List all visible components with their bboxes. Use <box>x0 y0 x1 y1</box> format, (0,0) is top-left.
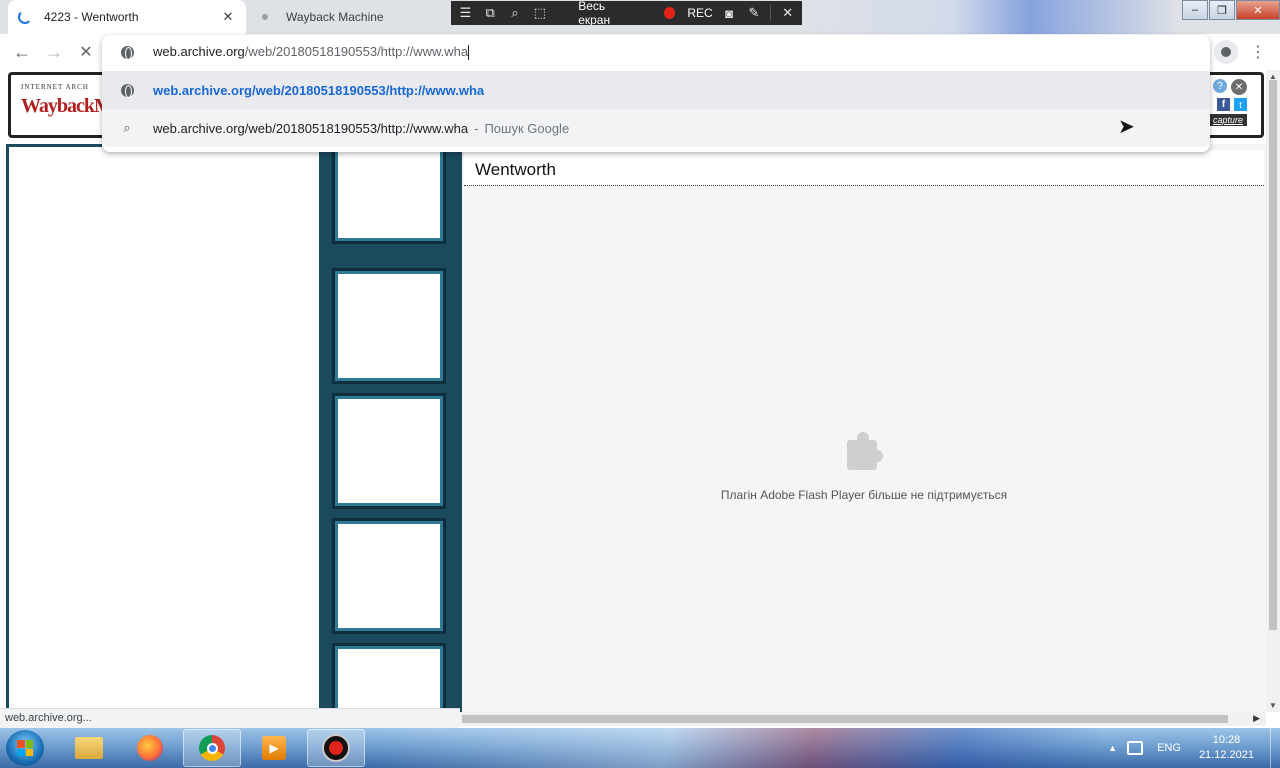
thumbnail-cell[interactable] <box>332 393 446 509</box>
thumbnail-strip <box>322 128 456 712</box>
menu-kebab-icon[interactable]: ⋮ <box>1250 42 1266 62</box>
suggestion-url[interactable]: web.archive.org/web/20180518190553/http:… <box>102 71 1210 109</box>
omnibox-dropdown: web.archive.org/web/20180518190553/http:… <box>102 35 1210 152</box>
page-title: Wentworth <box>475 160 556 179</box>
capture-link[interactable]: capture <box>1208 114 1247 126</box>
profile-avatar-icon[interactable] <box>1214 40 1238 64</box>
close-window-button[interactable]: ✕ <box>1236 0 1280 20</box>
media-taskbar-button[interactable]: ▶ <box>245 729 303 767</box>
recorder-icon <box>322 734 350 762</box>
tray-expand-icon[interactable]: ▲ <box>1108 743 1117 753</box>
page-viewport: INTERNET ARCH WaybackMach ? ✕ f t captur… <box>0 70 1266 712</box>
clock-time: 10:28 <box>1212 734 1241 746</box>
main-content: Wentworth Плагін Adobe Flash Player біль… <box>462 144 1266 712</box>
search-icon: ⌕ <box>123 120 131 135</box>
desktop-background <box>380 728 1100 768</box>
chrome-taskbar-button[interactable] <box>183 729 241 767</box>
suggestion-text: web.archive.org/web/20180518190553/http:… <box>153 120 469 136</box>
region-zoom-icon[interactable]: ⌕ <box>507 5 524 21</box>
divider <box>770 5 772 21</box>
suggestion-search[interactable]: ⌕ web.archive.org/web/20180518190553/htt… <box>102 109 1210 147</box>
thumbnail-cell[interactable] <box>332 268 446 384</box>
wayback-actions: ? ✕ f t capture <box>1208 79 1247 126</box>
globe-icon <box>119 44 135 60</box>
tab-strip: 4223 - Wentworth ✕ Wayback Machine ☰ ⧉ ⌕… <box>0 0 1280 34</box>
clock[interactable]: 10:28 21.12.2021 <box>1199 733 1254 763</box>
thumbnail-cell[interactable] <box>332 518 446 634</box>
plugin-message: Плагін Adobe Flash Player більше не підт… <box>720 488 1008 502</box>
horizontal-scrollbar[interactable]: ▶ <box>460 712 1266 726</box>
suggestion-hint: Пошук Google <box>484 120 570 136</box>
desktop-background <box>802 0 1180 34</box>
windows-taskbar: ▶ ▲ ENG 10:28 21.12.2021 <box>0 728 1280 768</box>
windows-logo-icon <box>17 740 33 756</box>
folder-icon <box>75 737 103 759</box>
explorer-taskbar-button[interactable] <box>60 729 118 767</box>
back-button[interactable]: ← <box>10 40 34 64</box>
firefox-taskbar-button[interactable] <box>121 729 179 767</box>
thumbnail-cell[interactable] <box>332 643 446 712</box>
network-icon[interactable] <box>1127 741 1144 755</box>
pen-icon[interactable]: ✎ <box>746 5 763 21</box>
favicon-icon <box>262 14 268 20</box>
recorder-close-icon[interactable]: ✕ <box>779 5 796 21</box>
minimize-button[interactable]: – <box>1182 0 1208 20</box>
globe-icon <box>119 82 135 98</box>
show-desktop-button[interactable] <box>1270 728 1280 768</box>
facebook-icon[interactable]: f <box>1217 98 1230 111</box>
close-icon[interactable]: ✕ <box>1231 79 1247 95</box>
address-input[interactable]: web.archive.org/web/20180518190553/http:… <box>153 44 470 61</box>
vertical-scrollbar[interactable]: ▲ ▼ <box>1266 70 1280 712</box>
scroll-thumb[interactable] <box>1269 80 1277 630</box>
crop-icon[interactable]: ⬚ <box>531 5 548 21</box>
tab-title: 4223 - Wentworth <box>44 10 139 24</box>
scroll-thumb[interactable] <box>462 715 1228 723</box>
firefox-icon <box>137 735 163 761</box>
clock-date: 21.12.2021 <box>1198 749 1254 761</box>
suggestion-text: web.archive.org/web/20180518190553/http:… <box>153 82 485 98</box>
suggestion-separator: - <box>474 120 479 136</box>
loading-spinner-icon <box>18 10 32 24</box>
menu-icon[interactable]: ☰ <box>457 5 474 21</box>
screen-recorder-toolbar: ☰ ⧉ ⌕ ⬚ Весь екран REC ◙ ✎ ✕ <box>451 0 802 27</box>
help-icon[interactable]: ? <box>1213 79 1227 93</box>
stop-button[interactable]: ✕ <box>74 40 98 64</box>
tab-wayback-machine[interactable]: Wayback Machine <box>250 0 450 34</box>
scroll-down-icon[interactable]: ▼ <box>1269 701 1277 710</box>
tab-close-icon[interactable]: ✕ <box>220 9 236 25</box>
address-bar[interactable]: web.archive.org/web/20180518190553/http:… <box>102 35 1210 69</box>
record-dot-icon[interactable] <box>664 7 676 19</box>
language-indicator[interactable]: ENG <box>1157 742 1181 754</box>
puzzle-icon <box>843 432 885 474</box>
mouse-cursor-icon: ➤ <box>1118 116 1135 138</box>
record-button[interactable]: REC <box>687 6 712 20</box>
content-header: Wentworth <box>464 150 1264 186</box>
tab-wentworth[interactable]: 4223 - Wentworth ✕ <box>8 0 246 34</box>
media-player-icon: ▶ <box>262 736 286 760</box>
flash-plugin-placeholder: Плагін Adobe Flash Player більше не підт… <box>462 432 1266 502</box>
maximize-button[interactable]: ❐ <box>1209 0 1235 20</box>
chrome-icon <box>199 735 225 761</box>
capture-mode-label[interactable]: Весь екран <box>578 0 636 27</box>
tab-title: Wayback Machine <box>286 10 384 24</box>
scroll-right-icon[interactable]: ▶ <box>1253 713 1260 724</box>
forward-button[interactable]: → <box>42 40 66 64</box>
start-button[interactable] <box>6 730 44 766</box>
camera-icon[interactable]: ◙ <box>721 5 738 21</box>
window-mode-icon[interactable]: ⧉ <box>482 5 499 21</box>
wayback-subtitle: INTERNET ARCH <box>21 83 89 91</box>
window-controls: – ❐ ✕ <box>1181 0 1280 22</box>
archived-page-frame: Wentworth Плагін Adobe Flash Player біль… <box>6 128 1266 712</box>
left-panel <box>9 147 319 712</box>
recorder-taskbar-button[interactable] <box>307 729 365 767</box>
twitter-icon[interactable]: t <box>1234 98 1247 111</box>
status-bar: web.archive.org... <box>0 708 460 728</box>
system-tray: ▲ ENG 10:28 21.12.2021 <box>1108 728 1280 768</box>
